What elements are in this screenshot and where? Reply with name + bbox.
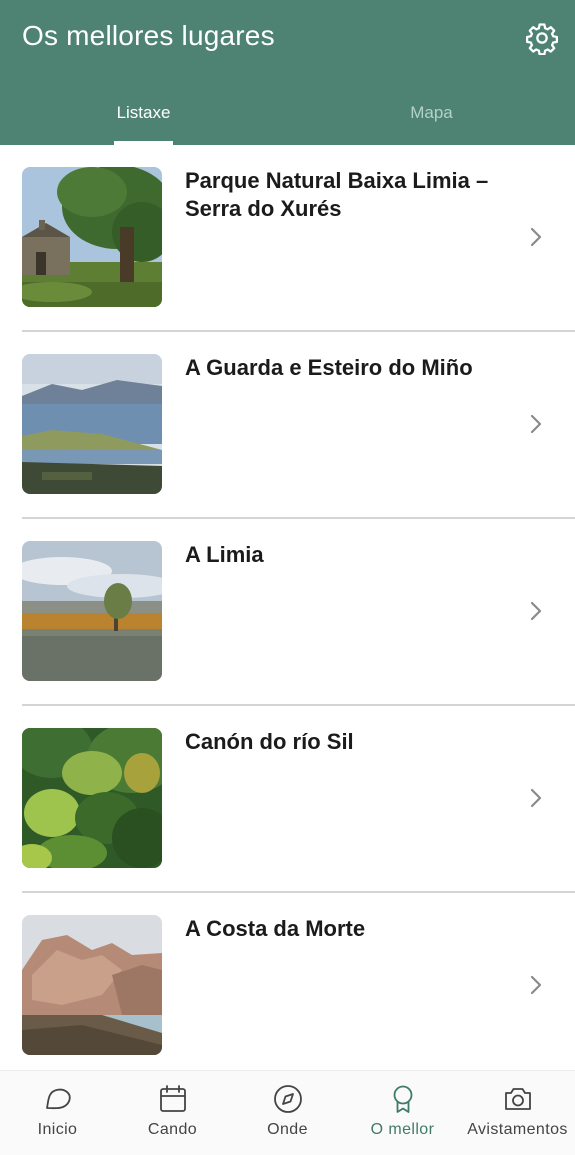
place-title: A Guarda e Esteiro do Miño bbox=[185, 355, 473, 380]
chevron-right-icon bbox=[530, 788, 542, 808]
nav-cando[interactable]: Cando bbox=[115, 1071, 230, 1155]
bottom-navigation: Inicio Cando Onde O mellor Avistamentos bbox=[0, 1070, 575, 1155]
list-item[interactable]: A Guarda e Esteiro do Miño bbox=[0, 332, 575, 519]
nav-label: Inicio bbox=[37, 1121, 78, 1138]
camera-icon bbox=[505, 1088, 531, 1110]
place-title: Parque Natural Baixa Limia – Serra do Xu… bbox=[185, 168, 489, 221]
app-header: Os mellores lugares Listaxe Mapa bbox=[0, 0, 575, 145]
place-title: A Limia bbox=[185, 542, 264, 567]
place-image bbox=[22, 167, 162, 307]
place-image bbox=[22, 915, 162, 1055]
gear-icon bbox=[525, 23, 559, 55]
nav-label: Onde bbox=[267, 1121, 308, 1138]
nav-o-mellor[interactable]: O mellor bbox=[345, 1071, 460, 1155]
list-item[interactable]: A Costa da Morte bbox=[0, 893, 575, 1070]
settings-button[interactable] bbox=[522, 18, 562, 58]
nav-avistamentos[interactable]: Avistamentos bbox=[460, 1071, 575, 1155]
list-item[interactable]: A Limia bbox=[0, 519, 575, 706]
chevron-right-icon bbox=[530, 601, 542, 621]
nav-inicio[interactable]: Inicio bbox=[0, 1071, 115, 1155]
page-title: Os mellores lugares bbox=[22, 20, 275, 51]
tab-bar: Listaxe Mapa bbox=[0, 80, 575, 145]
chevron-right-icon bbox=[530, 975, 542, 995]
place-image bbox=[22, 728, 162, 868]
chevron-right-icon bbox=[530, 227, 542, 247]
award-ribbon-icon bbox=[393, 1085, 413, 1113]
list-item[interactable]: Canón do río Sil bbox=[0, 706, 575, 893]
tab-mapa[interactable]: Mapa bbox=[288, 80, 575, 145]
nav-label: Avistamentos bbox=[467, 1121, 568, 1138]
nav-label: Cando bbox=[147, 1121, 198, 1138]
compass-icon bbox=[274, 1085, 302, 1113]
place-image bbox=[22, 354, 162, 494]
chat-bubble-icon bbox=[46, 1088, 71, 1110]
nav-onde[interactable]: Onde bbox=[230, 1071, 345, 1155]
place-image bbox=[22, 541, 162, 681]
tab-listaxe[interactable]: Listaxe bbox=[0, 80, 287, 145]
chevron-right-icon bbox=[530, 414, 542, 434]
places-list: Parque Natural Baixa Limia – Serra do Xu… bbox=[0, 145, 575, 1070]
nav-label: O mellor bbox=[370, 1121, 435, 1138]
calendar-icon bbox=[160, 1085, 186, 1112]
place-title: A Costa da Morte bbox=[185, 916, 366, 941]
place-title: Canón do río Sil bbox=[185, 729, 354, 754]
list-item[interactable]: Parque Natural Baixa Limia – Serra do Xu… bbox=[0, 145, 575, 332]
